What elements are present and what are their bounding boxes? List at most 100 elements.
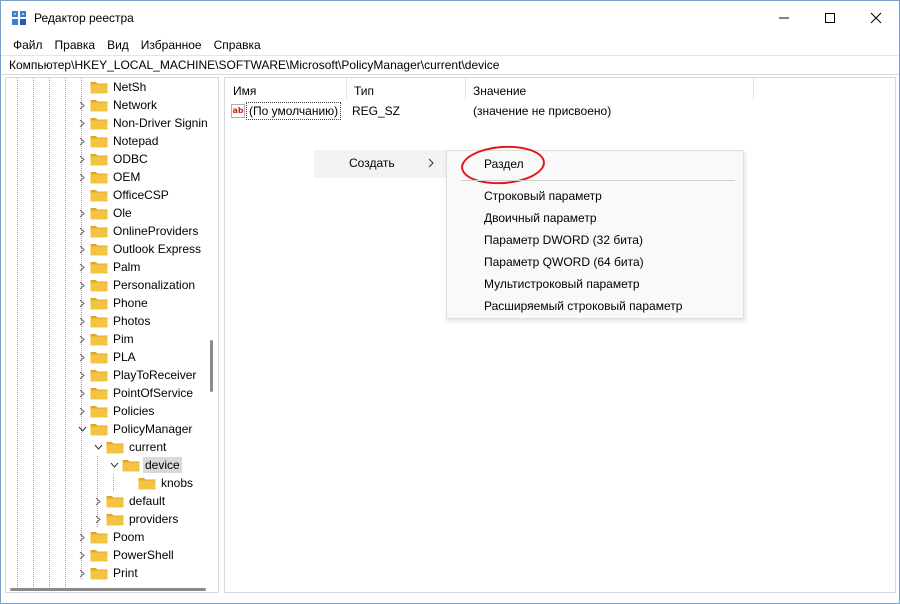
tree-item[interactable]: Personalization bbox=[76, 276, 197, 294]
tree-item-label: Non-Driver Signin bbox=[113, 116, 208, 130]
folder-icon bbox=[122, 460, 140, 472]
column-header-value[interactable]: Значение bbox=[465, 82, 526, 100]
tree-item[interactable]: Phone bbox=[76, 294, 150, 312]
tree-item[interactable]: NetSh bbox=[76, 78, 148, 96]
tree-item[interactable]: Photos bbox=[76, 312, 152, 330]
menu-edit[interactable]: Правка bbox=[49, 35, 102, 55]
chevron-right-icon[interactable] bbox=[76, 366, 88, 384]
tree-item-label: providers bbox=[129, 512, 179, 526]
submenu-item-key[interactable]: Раздел bbox=[484, 155, 524, 173]
submenu-item-expandable-string[interactable]: Расширяемый строковый параметр bbox=[484, 297, 682, 315]
chevron-down-icon[interactable] bbox=[92, 438, 104, 456]
value-name: (По умолчанию) bbox=[246, 102, 342, 120]
tree-item-label: Ole bbox=[113, 206, 132, 220]
menu-favorites[interactable]: Избранное bbox=[135, 35, 208, 55]
tree-item[interactable]: Poom bbox=[76, 528, 146, 546]
tree-item[interactable]: OnlineProviders bbox=[76, 222, 200, 240]
tree-vertical-scrollbar[interactable] bbox=[210, 340, 213, 392]
key-tree[interactable]: NetSh Network Non-Driver Signin Notepad ODBC… bbox=[5, 77, 219, 593]
tree-item[interactable]: current bbox=[92, 438, 168, 456]
folder-icon bbox=[90, 406, 108, 418]
tree-item[interactable]: Policies bbox=[76, 402, 156, 420]
tree-item[interactable]: OfficeCSP bbox=[76, 186, 171, 204]
chevron-right-icon[interactable] bbox=[76, 240, 88, 258]
chevron-right-icon[interactable] bbox=[76, 168, 88, 186]
tree-item[interactable]: ODBC bbox=[76, 150, 150, 168]
close-button[interactable] bbox=[853, 1, 899, 35]
table-row[interactable]: ab (По умолчанию) REG_SZ (значение не пр… bbox=[225, 102, 895, 120]
window-title: Редактор реестра bbox=[34, 11, 134, 25]
chevron-down-icon[interactable] bbox=[108, 456, 120, 474]
close-icon bbox=[870, 12, 882, 24]
tree-item-label: NetSh bbox=[113, 80, 147, 94]
tree-item[interactable]: knobs bbox=[124, 474, 195, 492]
chevron-right-icon[interactable] bbox=[76, 564, 88, 582]
tree-item[interactable]: Print bbox=[76, 564, 140, 582]
chevron-right-icon[interactable] bbox=[76, 150, 88, 168]
chevron-right-icon[interactable] bbox=[76, 384, 88, 402]
tree-item[interactable]: device bbox=[108, 456, 182, 474]
tree-item[interactable]: Pim bbox=[76, 330, 136, 348]
chevron-right-icon[interactable] bbox=[76, 222, 88, 240]
tree-item[interactable]: Palm bbox=[76, 258, 142, 276]
folder-icon bbox=[90, 136, 108, 148]
chevron-right-icon[interactable] bbox=[76, 276, 88, 294]
tree-item[interactable]: Ole bbox=[76, 204, 134, 222]
tree-item[interactable]: PowerShell bbox=[76, 546, 176, 564]
submenu-item-qword[interactable]: Параметр QWORD (64 бита) bbox=[484, 253, 644, 271]
chevron-right-icon[interactable] bbox=[76, 114, 88, 132]
tree-item[interactable]: Network bbox=[76, 96, 159, 114]
submenu-item-dword[interactable]: Параметр DWORD (32 бита) bbox=[484, 231, 643, 249]
tree-item[interactable]: PlayToReceiver bbox=[76, 366, 198, 384]
column-header-type[interactable]: Тип bbox=[346, 82, 374, 100]
tree-item[interactable]: Notepad bbox=[76, 132, 160, 150]
tree-item-label: OfficeCSP bbox=[113, 188, 169, 202]
tree-item[interactable]: PointOfService bbox=[76, 384, 195, 402]
column-header-name[interactable]: Имя bbox=[225, 82, 256, 100]
tree-item-label: knobs bbox=[161, 476, 194, 490]
tree-item[interactable]: providers bbox=[92, 510, 180, 528]
menu-file[interactable]: Файл bbox=[7, 35, 49, 55]
folder-icon bbox=[90, 550, 108, 562]
chevron-right-icon[interactable] bbox=[76, 312, 88, 330]
minimize-button[interactable] bbox=[761, 1, 807, 35]
create-menu-item[interactable]: Создать bbox=[349, 156, 395, 170]
chevron-right-icon[interactable] bbox=[76, 294, 88, 312]
maximize-button[interactable] bbox=[807, 1, 853, 35]
chevron-right-icon[interactable] bbox=[76, 330, 88, 348]
submenu-item-string[interactable]: Строковый параметр bbox=[484, 187, 602, 205]
tree-horizontal-scrollbar[interactable] bbox=[10, 588, 206, 591]
address-bar[interactable]: Компьютер\HKEY_LOCAL_MACHINE\SOFTWARE\Mi… bbox=[1, 55, 899, 75]
chevron-right-icon[interactable] bbox=[76, 348, 88, 366]
menu-view[interactable]: Вид bbox=[101, 35, 135, 55]
tree-item-label: OnlineProviders bbox=[113, 224, 199, 238]
chevron-down-icon[interactable] bbox=[76, 420, 88, 438]
menu-help[interactable]: Справка bbox=[208, 35, 267, 55]
tree-item-label: Policies bbox=[113, 404, 155, 418]
tree-item[interactable]: Non-Driver Signin bbox=[76, 114, 210, 132]
chevron-right-icon[interactable] bbox=[76, 132, 88, 150]
chevron-right-icon[interactable] bbox=[76, 258, 88, 276]
submenu-item-multistring[interactable]: Мультистроковый параметр bbox=[484, 275, 640, 293]
title-bar[interactable]: Редактор реестра bbox=[1, 1, 899, 35]
tree-item[interactable]: default bbox=[92, 492, 167, 510]
tree-item[interactable]: PolicyManager bbox=[76, 420, 194, 438]
chevron-right-icon[interactable] bbox=[76, 528, 88, 546]
chevron-right-icon[interactable] bbox=[76, 402, 88, 420]
chevron-right-icon[interactable] bbox=[76, 204, 88, 222]
chevron-right-icon[interactable] bbox=[76, 96, 88, 114]
column-divider[interactable] bbox=[753, 78, 754, 100]
submenu-item-binary[interactable]: Двоичный параметр bbox=[484, 209, 597, 227]
tree-item[interactable]: Outlook Express bbox=[76, 240, 203, 258]
menu-bar: Файл Правка Вид Избранное Справка bbox=[1, 35, 899, 55]
chevron-right-icon[interactable] bbox=[76, 546, 88, 564]
tree-item[interactable]: OEM bbox=[76, 168, 142, 186]
tree-item-label: Network bbox=[113, 98, 158, 112]
tree-item[interactable]: PLA bbox=[76, 348, 138, 366]
chevron-right-icon[interactable] bbox=[92, 510, 104, 528]
tree-item-label: OEM bbox=[113, 170, 141, 184]
tree-item-label: device bbox=[143, 457, 182, 473]
context-menu-create[interactable]: Создать bbox=[314, 150, 452, 178]
chevron-right-icon[interactable] bbox=[92, 492, 104, 510]
